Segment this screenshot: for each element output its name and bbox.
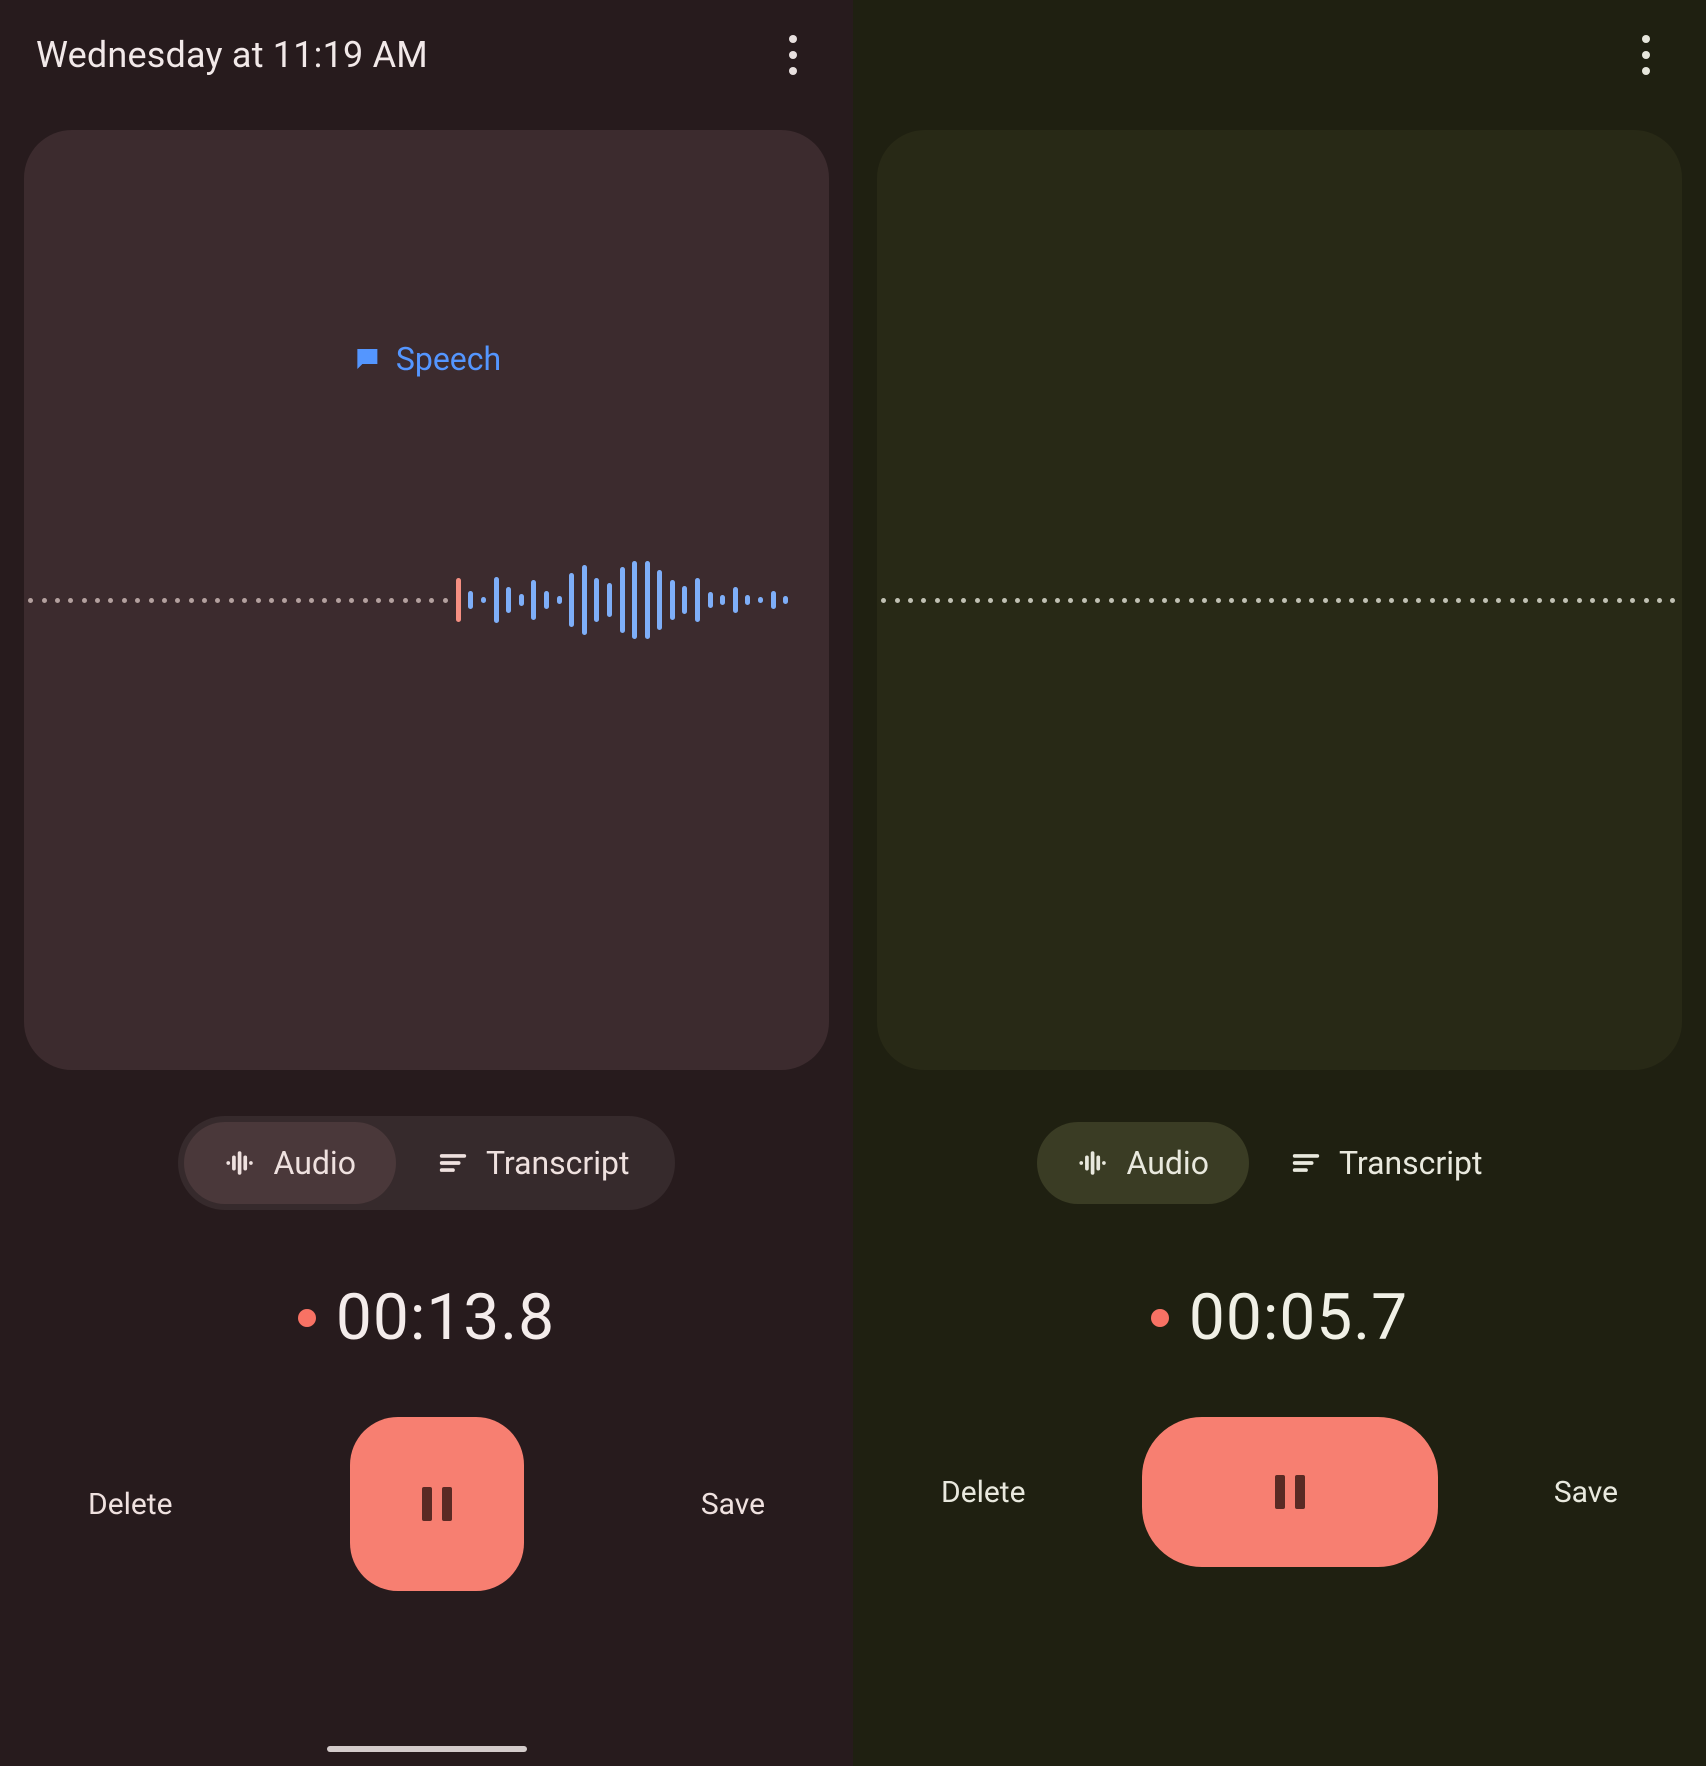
top-bar: [853, 0, 1706, 110]
tab-transcript-label: Transcript: [1339, 1144, 1483, 1182]
waveform-icon: [1077, 1146, 1111, 1180]
recorder-pane-right: Audio Transcript 00:05.7 Delete Save: [853, 0, 1706, 1766]
top-bar: Wednesday at 11:19 AM: [0, 0, 853, 110]
timer-value: 00:05.7: [1189, 1280, 1408, 1355]
pause-button[interactable]: [350, 1417, 524, 1591]
tab-audio-label: Audio: [274, 1144, 356, 1182]
waveform-panel: Speech: [24, 130, 829, 1070]
tab-audio-label: Audio: [1127, 1144, 1209, 1182]
pause-button[interactable]: [1142, 1417, 1438, 1567]
tab-transcript[interactable]: Transcript: [396, 1122, 670, 1204]
recording-title: Wednesday at 11:19 AM: [36, 34, 428, 76]
timer-value: 00:13.8: [336, 1280, 555, 1355]
speech-tag-label: Speech: [396, 340, 501, 378]
tab-transcript-label: Transcript: [486, 1144, 630, 1182]
bottom-controls: Delete Save: [0, 1417, 853, 1591]
audio-waveform[interactable]: [24, 530, 829, 670]
recording-indicator-icon: [1151, 1309, 1169, 1327]
overflow-menu-icon[interactable]: [769, 31, 817, 79]
save-button[interactable]: Save: [1554, 1475, 1618, 1510]
tab-audio[interactable]: Audio: [1037, 1122, 1249, 1204]
pause-icon: [1275, 1475, 1305, 1509]
view-tabs: Audio Transcript: [1031, 1116, 1529, 1210]
recording-timer: 00:13.8: [298, 1280, 555, 1355]
waveform-panel: [877, 130, 1682, 1070]
recording-indicator-icon: [298, 1309, 316, 1327]
bottom-controls: Delete Save: [853, 1417, 1706, 1567]
recorder-pane-left: Wednesday at 11:19 AM Speech Audio Trans…: [0, 0, 853, 1766]
speech-tag: Speech: [352, 340, 501, 378]
delete-button[interactable]: Delete: [941, 1475, 1026, 1510]
view-tabs: Audio Transcript: [178, 1116, 676, 1210]
pause-icon: [422, 1487, 452, 1521]
recording-timer: 00:05.7: [1151, 1280, 1408, 1355]
transcript-icon: [1289, 1146, 1323, 1180]
tab-transcript[interactable]: Transcript: [1249, 1122, 1523, 1204]
home-indicator[interactable]: [327, 1746, 527, 1752]
audio-waveform[interactable]: [877, 530, 1682, 670]
overflow-menu-icon[interactable]: [1622, 31, 1670, 79]
tab-audio[interactable]: Audio: [184, 1122, 396, 1204]
transcript-icon: [436, 1146, 470, 1180]
delete-button[interactable]: Delete: [88, 1487, 173, 1522]
save-button[interactable]: Save: [701, 1487, 765, 1522]
speech-icon: [352, 344, 382, 374]
waveform-icon: [224, 1146, 258, 1180]
